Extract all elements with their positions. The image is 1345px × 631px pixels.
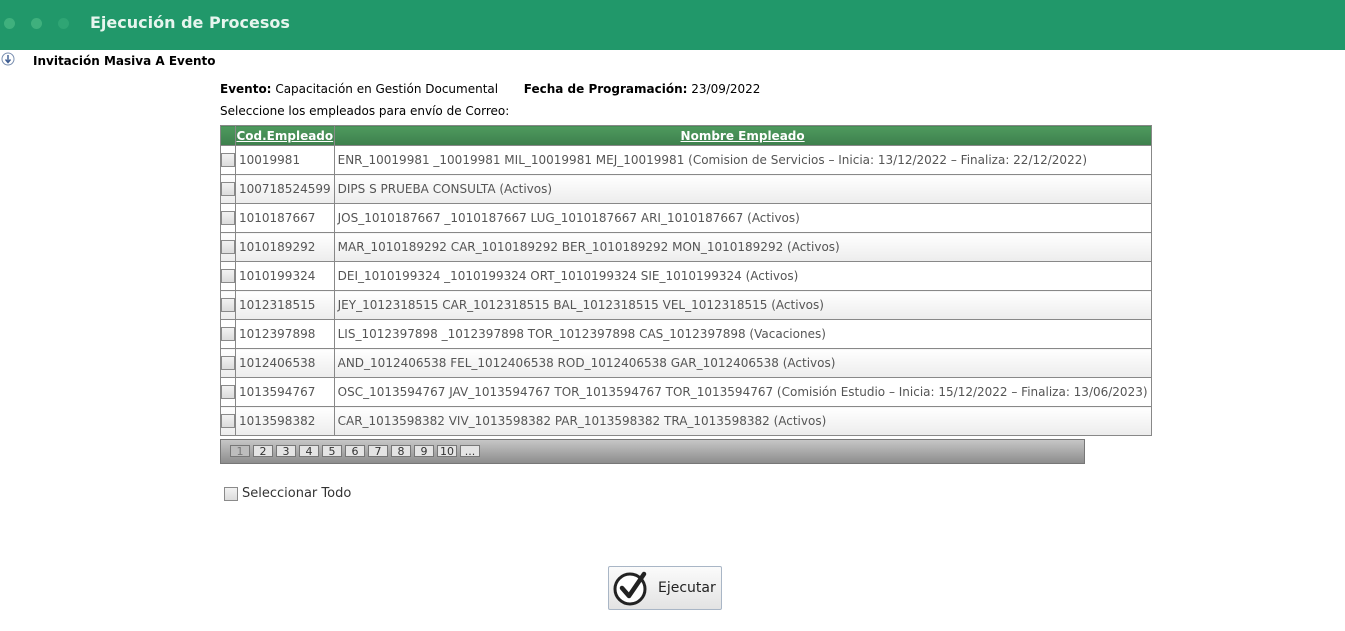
table-header-row: Cod.Empleado Nombre Empleado — [220, 125, 1152, 146]
instruction-text: Seleccione los empleados para envío de C… — [220, 104, 510, 118]
name-cell: JEY_1012318515 CAR_1012318515 BAL_101231… — [333, 290, 1152, 320]
row-checkbox[interactable] — [221, 356, 235, 371]
table-row: 1010187667 JOS_1010187667 _1010187667 LU… — [220, 203, 1152, 233]
page-1-link[interactable]: 1 — [230, 445, 250, 457]
name-cell: OSC_1013594767 JAV_1013594767 TOR_101359… — [333, 377, 1152, 407]
cod-cell: 100718524599 — [235, 174, 335, 204]
table-row: 1012397898 LIS_1012397898 _1012397898 TO… — [220, 319, 1152, 349]
page-3-link[interactable]: 3 — [276, 445, 296, 457]
name-cell: CAR_1013598382 VIV_1013598382 PAR_101359… — [333, 406, 1152, 436]
page-5-link[interactable]: 5 — [322, 445, 342, 457]
select-all[interactable]: Seleccionar Todo — [224, 486, 351, 501]
page-6-link[interactable]: 6 — [345, 445, 365, 457]
row-checkbox[interactable] — [221, 385, 235, 400]
cod-cell: 1010189292 — [235, 232, 335, 262]
name-cell: DIPS S PRUEBA CONSULTA (Activos) — [333, 174, 1152, 204]
execute-button[interactable]: Ejecutar — [608, 566, 722, 610]
row-checkbox[interactable] — [221, 240, 235, 255]
cod-cell: 1012318515 — [235, 290, 335, 320]
select-all-label: Seleccionar Todo — [242, 486, 352, 501]
header-checkbox-col — [220, 125, 236, 146]
event-value: Capacitación en Gestión Documental — [275, 82, 499, 96]
row-checkbox[interactable] — [221, 414, 235, 429]
page-4-link[interactable]: 4 — [299, 445, 319, 457]
name-cell: MAR_1010189292 CAR_1010189292 BER_101018… — [333, 232, 1152, 262]
arrow-down-icon — [1, 52, 15, 66]
window-dot-icon — [31, 18, 42, 29]
cod-cell: 1010199324 — [235, 261, 335, 291]
window-dot-icon — [58, 18, 69, 29]
header-cod-empleado[interactable]: Cod.Empleado — [235, 125, 335, 146]
section-title: Invitación Masiva A Evento — [33, 54, 216, 68]
date-value: 23/09/2022 — [691, 82, 761, 96]
table-row: 1012406538 AND_1012406538 FEL_1012406538… — [220, 348, 1152, 378]
name-cell: AND_1012406538 FEL_1012406538 ROD_101240… — [333, 348, 1152, 378]
window-title: Ejecución de Procesos — [90, 13, 290, 32]
event-info: Evento: Capacitación en Gestión Document… — [220, 82, 760, 96]
page-10-link[interactable]: 10 — [437, 445, 457, 457]
name-cell: DEI_1010199324 _1010199324 ORT_101019932… — [333, 261, 1152, 291]
table-row: 10019981 ENR_10019981 _10019981 MIL_1001… — [220, 145, 1152, 175]
row-checkbox[interactable] — [221, 182, 235, 197]
event-label: Evento: — [220, 82, 272, 96]
pagination-bar: 1 2 3 4 5 6 7 8 9 10 ... — [220, 439, 1085, 464]
page-9-link[interactable]: 9 — [414, 445, 434, 457]
name-cell: JOS_1010187667 _1010187667 LUG_101018766… — [333, 203, 1152, 233]
page-2-link[interactable]: 2 — [253, 445, 273, 457]
page-7-link[interactable]: 7 — [368, 445, 388, 457]
row-checkbox[interactable] — [221, 269, 235, 284]
cod-cell: 10019981 — [235, 145, 335, 175]
cod-cell: 1013598382 — [235, 406, 335, 436]
page-8-link[interactable]: 8 — [391, 445, 411, 457]
row-checkbox[interactable] — [221, 327, 235, 342]
table-row: 1010189292 MAR_1010189292 CAR_1010189292… — [220, 232, 1152, 262]
page-list: 1 2 3 4 5 6 7 8 9 10 ... — [230, 445, 480, 457]
row-checkbox[interactable] — [221, 153, 235, 168]
select-all-checkbox[interactable] — [224, 486, 238, 501]
page-more-link[interactable]: ... — [460, 445, 480, 457]
header-nombre-empleado[interactable]: Nombre Empleado — [333, 125, 1152, 146]
date-label: Fecha de Programación: — [523, 82, 688, 96]
table-row: 1013594767 OSC_1013594767 JAV_1013594767… — [220, 377, 1152, 407]
row-checkbox[interactable] — [221, 298, 235, 313]
checkmark-circle-icon — [613, 571, 647, 606]
table-row: 100718524599 DIPS S PRUEBA CONSULTA (Act… — [220, 174, 1152, 204]
execute-label: Ejecutar — [658, 580, 716, 596]
table-row: 1013598382 CAR_1013598382 VIV_1013598382… — [220, 406, 1152, 436]
cod-cell: 1013594767 — [235, 377, 335, 407]
title-bar: Ejecución de Procesos — [0, 0, 1345, 50]
cod-cell: 1012406538 — [235, 348, 335, 378]
employees-table: Cod.Empleado Nombre Empleado 10019981 EN… — [220, 125, 1152, 436]
window-dot-icon — [4, 18, 15, 29]
cod-cell: 1010187667 — [235, 203, 335, 233]
name-cell: LIS_1012397898 _1012397898 TOR_101239789… — [333, 319, 1152, 349]
table-row: 1012318515 JEY_1012318515 CAR_1012318515… — [220, 290, 1152, 320]
table-row: 1010199324 DEI_1010199324 _1010199324 OR… — [220, 261, 1152, 291]
row-checkbox[interactable] — [221, 211, 235, 226]
cod-cell: 1012397898 — [235, 319, 335, 349]
name-cell: ENR_10019981 _10019981 MIL_10019981 MEJ_… — [333, 145, 1152, 175]
